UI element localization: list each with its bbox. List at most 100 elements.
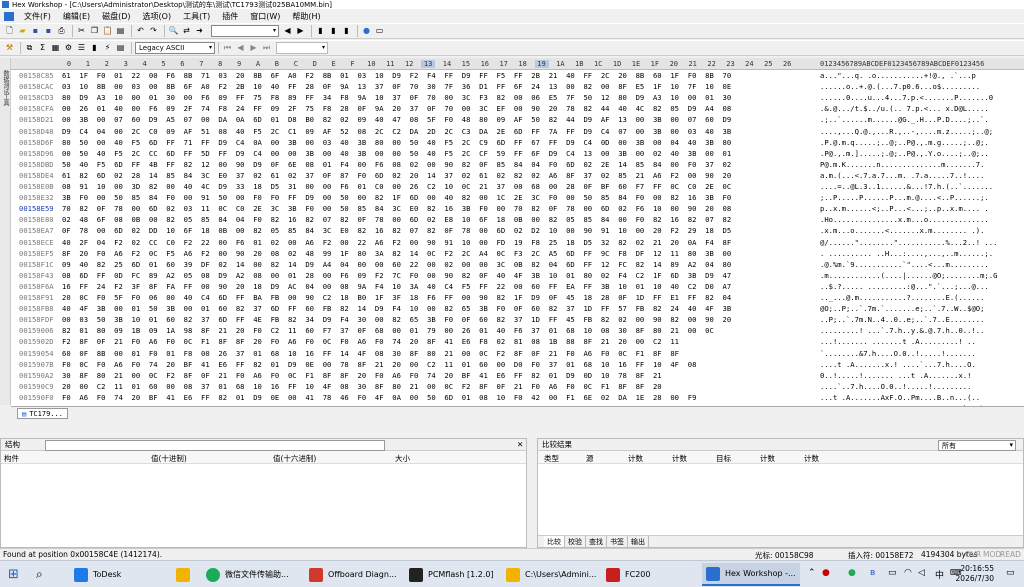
hex-row[interactable]: 00158DE4 61 82 6D 02 28 14 85 84 3C E0 37…: [11, 171, 1024, 182]
new-file-icon[interactable]: 🗋: [4, 26, 15, 37]
hex-row[interactable]: 00159054 60 0F 8B 00 01 F0 01 F8 00 26 37…: [11, 349, 1024, 360]
open-folder-icon[interactable]: ▰: [17, 26, 28, 37]
bluetooth-icon[interactable]: ʙ: [870, 568, 875, 578]
row-ascii[interactable]: a.m.(...<.7.a.7...m. .7.a.....7..!....: [820, 171, 1018, 180]
row-bytes[interactable]: 16 FF 24 F2 3F 8F FA FF 00 90 20 18 D9 A…: [62, 282, 792, 291]
hex-row[interactable]: 00158EA7 0F 78 00 6D 02 DD 10 6F 18 0B 00…: [11, 226, 1024, 237]
menu-options[interactable]: 选项(O): [137, 11, 178, 22]
next-record-icon[interactable]: ▶: [248, 43, 259, 54]
menu-tools[interactable]: 工具(T): [177, 11, 216, 22]
network-icon[interactable]: ▭: [888, 568, 897, 578]
operations-icon[interactable]: ⚙: [63, 43, 74, 54]
row-bytes[interactable]: F2 8F 0F 21 F0 A6 F0 0C F1 8F 8F 20 F0 A…: [62, 337, 792, 346]
row-bytes[interactable]: 09 40 82 25 6D 01 60 39 DF 02 14 00 82 1…: [62, 260, 792, 269]
col-count-4[interactable]: 计数: [804, 453, 819, 464]
hex-row[interactable]: 00158EF5 8F 20 F0 A6 F2 0C F5 A6 F2 00 90…: [11, 249, 1024, 260]
col-decimal[interactable]: 值(十进制): [151, 453, 187, 464]
row-bytes[interactable]: 61 1F F0 01 22 00 F6 8B 71 03 20 8B 6F A…: [62, 71, 792, 80]
row-ascii[interactable]: ......o..+.@.(...7.p0.6...o$.........: [820, 82, 1018, 91]
document-icon[interactable]: [4, 11, 14, 21]
hex-row[interactable]: 00158CFA 00 26 01 40 00 F6 09 2F 74 F8 24…: [11, 104, 1024, 115]
row-ascii[interactable]: ....=..@L.3..1......&...!7.h.(..`.......: [820, 182, 1018, 191]
ime-indicator[interactable]: 中: [935, 568, 944, 581]
row-bytes[interactable]: 00 50 40 F5 2C CC 6D FF 5D FF D9 C4 00 0…: [62, 149, 792, 158]
hex-row[interactable]: 00158FB8 40 4F 3B 00 01 50 3B 00 01 60 82…: [11, 304, 1024, 315]
row-ascii[interactable]: ...!....... .......t .A.........! ..: [820, 337, 1018, 346]
hex-row[interactable]: 00158D21 00 3B 00 07 60 D9 A5 07 00 DA 0A…: [11, 115, 1024, 126]
row-bytes[interactable]: 3B F0 00 50 85 84 F0 00 91 50 00 F0 F0 F…: [62, 193, 792, 202]
row-ascii[interactable]: ...t .A.......AxF.O..Pm....B..n...(..: [820, 393, 1018, 402]
start-button[interactable]: ⊞: [4, 563, 23, 586]
row-ascii[interactable]: .._...@.m...........?........E.(......: [820, 293, 1018, 302]
side-dock-strip[interactable]: 数据测试工具: [0, 58, 11, 405]
col-hex[interactable]: 值(十六进制): [273, 453, 316, 464]
tab-compare[interactable]: 比较: [544, 536, 565, 547]
structure-combo[interactable]: [45, 440, 385, 451]
row-ascii[interactable]: .........! ...`.7.h..y.&.@.7.h..0..!..: [820, 326, 1018, 335]
tray-chevron-icon[interactable]: ⌃: [808, 568, 816, 578]
chart-icon[interactable]: ▮: [89, 43, 100, 54]
undo-icon[interactable]: ↶: [135, 26, 146, 37]
charset-select[interactable]: Legacy ASCII ▾: [135, 42, 215, 54]
row-bytes[interactable]: 50 40 F5 6D FF 4B FF 82 12 00 90 D9 0F 6…: [62, 160, 792, 169]
hex-row[interactable]: 0015907B F0 0C F0 A6 F0 74 20 BF 41 E6 FF…: [11, 360, 1024, 371]
hex-row[interactable]: 001590F0 F0 A6 F0 74 20 BF 41 E6 FF 82 01…: [11, 393, 1024, 404]
row-bytes[interactable]: 00 03 50 3B 10 01 60 82 37 6D FF 4E FB 8…: [62, 315, 792, 324]
row-bytes[interactable]: 40 2F 04 F2 02 CC C0 F2 22 00 F6 01 02 0…: [62, 238, 792, 247]
menu-help[interactable]: 帮助(H): [286, 11, 326, 22]
file-tab[interactable]: ▤ TC179...: [17, 408, 68, 419]
find-icon[interactable]: 🔍: [168, 26, 179, 37]
goto-icon[interactable]: ➜: [194, 26, 205, 37]
row-ascii[interactable]: .Ho...............x.m...o..............: [820, 215, 1018, 224]
col-source[interactable]: 源: [586, 453, 594, 464]
hex-row[interactable]: 00158ECE 40 2F 04 F2 02 CC C0 F2 22 00 F6…: [11, 238, 1024, 249]
redo-icon[interactable]: ↷: [148, 26, 159, 37]
tray-wechat-icon[interactable]: ●: [848, 568, 856, 578]
col-type[interactable]: 类型: [544, 453, 559, 464]
context-help-icon[interactable]: ▭: [374, 26, 385, 37]
bookmark-icon[interactable]: ▮: [315, 26, 326, 37]
wifi-icon[interactable]: ◠: [904, 568, 912, 578]
help-icon[interactable]: ●: [361, 26, 372, 37]
hammer-icon[interactable]: ⚒: [4, 43, 15, 54]
compare-filter-combo[interactable]: 所有 ▾: [938, 440, 1016, 451]
row-bytes[interactable]: 30 8F 80 21 00 0C F2 8F 0F 21 F0 A6 F0 0…: [62, 371, 792, 380]
row-bytes[interactable]: 02 48 6F 08 0B 00 82 05 85 84 04 F0 82 1…: [62, 215, 792, 224]
row-bytes[interactable]: 8F 20 F0 A6 F2 0C F5 A6 F2 00 90 20 08 0…: [62, 249, 792, 258]
row-ascii[interactable]: .P.@.m.q.....;..@;..P@.,.m.g.....;..@;.: [820, 138, 1018, 147]
task-folder[interactable]: [172, 563, 199, 586]
row-ascii[interactable]: . .......... ..H...:....,...,..m......;.: [820, 249, 1018, 258]
hex-row[interactable]: 00158F91 20 0C F0 5F F0 06 00 40 C4 6D FF…: [11, 293, 1024, 304]
task-wechat-file[interactable]: 微信文件传输助...: [202, 563, 293, 586]
row-ascii[interactable]: .m............(....|......@O;........m;.…: [820, 271, 1018, 280]
task-offboard[interactable]: Offboard Diagn...: [305, 563, 401, 586]
find-next-icon[interactable]: ▶: [295, 26, 306, 37]
bookmark-next-icon[interactable]: ▮: [328, 26, 339, 37]
hex-row[interactable]: 00158FDF 00 03 50 3B 10 01 60 82 37 6D FF…: [11, 315, 1024, 326]
task-todesk[interactable]: ToDesk: [70, 563, 125, 586]
format-icon[interactable]: ▤: [115, 43, 126, 54]
tab-checksum[interactable]: 校验: [565, 536, 586, 547]
col-count-1[interactable]: 计数: [628, 453, 643, 464]
hex-row[interactable]: 001590C9 20 00 C2 11 01 60 00 08 37 01 68…: [11, 382, 1024, 393]
save-icon[interactable]: ▪: [30, 26, 41, 37]
print-icon[interactable]: ⎙: [56, 26, 67, 37]
col-target[interactable]: 目标: [716, 453, 731, 464]
row-ascii[interactable]: P@.m.K.......n..............m.......7.: [820, 160, 1018, 169]
row-ascii[interactable]: .;..`......m......@G._.H...P.D....;..`.: [820, 115, 1018, 124]
row-ascii[interactable]: ......0....u...4...7.p.<.......P.......0: [820, 93, 1018, 102]
row-bytes[interactable]: 80 D9 A3 10 00 01 30 00 F6 09 FF 75 F8 8…: [62, 93, 792, 102]
menu-disk[interactable]: 磁盘(D): [96, 11, 136, 22]
base-convert-icon[interactable]: ⚡: [102, 43, 113, 54]
row-ascii[interactable]: ....t .A.......x.! ....`...7.h....O.: [820, 360, 1018, 369]
hex-row[interactable]: 00158C85 61 1F F0 01 22 00 F6 8B 71 03 20…: [11, 71, 1024, 82]
hex-row[interactable]: 00158E32 3B F0 00 50 85 84 F0 00 91 50 00…: [11, 193, 1024, 204]
row-bytes[interactable]: F0 0C F0 A6 F0 74 20 BF 41 E6 FF 82 01 D…: [62, 360, 792, 369]
hex-row[interactable]: 0015902D F2 8F 0F 21 F0 A6 F0 0C F1 8F 8F…: [11, 337, 1024, 348]
row-bytes[interactable]: 82 01 80 09 1B 09 1A 98 8F 21 20 F0 C2 1…: [62, 326, 792, 335]
hex-row[interactable]: 00158DBD 50 40 F5 6D FF 4B FF 82 12 00 90…: [11, 160, 1024, 171]
record-select[interactable]: ▾: [276, 42, 328, 54]
col-size[interactable]: 大小: [395, 453, 410, 464]
hex-row[interactable]: 00159006 82 01 80 09 1B 09 1A 98 8F 21 20…: [11, 326, 1024, 337]
task-explorer[interactable]: C:\Users\Admini...: [502, 563, 600, 586]
